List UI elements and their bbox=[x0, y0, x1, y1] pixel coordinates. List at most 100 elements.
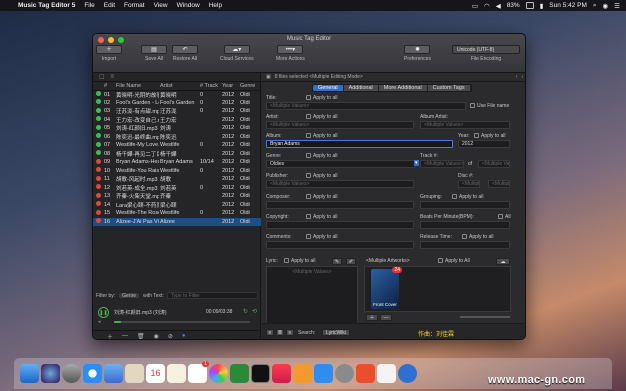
publisher-apply-checkbox[interactable]: Apply to all bbox=[306, 173, 337, 179]
artwork-thumbnail[interactable]: 24 Front Cover bbox=[371, 267, 402, 309]
copyright-apply-checkbox[interactable]: Apply to all bbox=[306, 214, 337, 220]
table-row[interactable]: 11 胡歌-风起时.mp3 胡歌 2012 Oldi bbox=[93, 175, 261, 184]
lyric-pen-icon[interactable]: ✐ bbox=[346, 258, 356, 265]
messages-icon[interactable] bbox=[230, 364, 249, 383]
align-center-icon[interactable]: ≣ bbox=[276, 329, 284, 336]
year-field[interactable]: 2012 bbox=[458, 140, 510, 148]
table-row[interactable]: 15 Westlife-The Rose. Westlife 0 2012 Oldi bbox=[93, 209, 261, 218]
album-apply-checkbox[interactable]: Apply to all bbox=[306, 133, 337, 139]
table-row[interactable]: 10 Westlife-You Raise. Westlife 0 2012 Oldi bbox=[93, 167, 261, 176]
genre-field[interactable]: Oldies bbox=[266, 160, 416, 168]
volume-low-icon[interactable]: ◂ bbox=[98, 319, 101, 325]
siri-icon[interactable]: ◉ bbox=[603, 2, 609, 10]
cloud-services-button[interactable]: ☁▾ Cloud Services bbox=[220, 45, 254, 62]
table-row[interactable]: 08 杨千嬅-再见二丁目 杨千嬅 2012 Oldi bbox=[93, 150, 261, 159]
more-actions-button[interactable]: •••▾ More Actions bbox=[276, 45, 305, 62]
nav-prev-icon[interactable]: ‹ bbox=[516, 74, 518, 80]
menu-file[interactable]: File bbox=[84, 2, 94, 9]
table-row[interactable]: 09 Bryan Adams-Hea. Bryan Adams 10/14 2012 Ol… bbox=[93, 158, 261, 167]
play-pause-button[interactable]: ❚❚ bbox=[98, 307, 109, 318]
stop-icon[interactable]: ◉ bbox=[154, 333, 159, 340]
calendar-icon[interactable]: 16 bbox=[146, 364, 165, 383]
bpm-field[interactable] bbox=[420, 221, 510, 229]
sort-icon[interactable]: ≡ bbox=[110, 74, 114, 80]
wifi-icon[interactable]: ◠ bbox=[484, 2, 490, 10]
refresh-icon[interactable]: ⊘ bbox=[168, 333, 173, 340]
flag-icon[interactable]: ▮ bbox=[540, 2, 544, 10]
file-encoding[interactable]: Unicode (UTF-8) File Encoding bbox=[452, 45, 520, 62]
publisher-field[interactable]: <Multiple Values> bbox=[266, 180, 414, 188]
table-row[interactable]: 01 黄晓明-光阴的故事. 黄晓明 0 2012 Oldi bbox=[93, 90, 261, 99]
artist-apply-checkbox[interactable]: Apply to all bbox=[306, 114, 337, 120]
tab-more-additional[interactable]: More Additional bbox=[378, 85, 428, 91]
filter-field-select[interactable]: Genre bbox=[118, 292, 141, 299]
table-row[interactable]: 04 王力宏-改变自己.mp王力宏 2012 Oldi bbox=[93, 116, 261, 125]
encoding-select[interactable]: Unicode (UTF-8) bbox=[452, 45, 520, 54]
repeat-icon[interactable]: ↻ bbox=[243, 308, 248, 315]
genre-apply-checkbox[interactable]: Apply to all bbox=[306, 153, 337, 159]
restore-all-button[interactable]: ↶ Restore All bbox=[172, 45, 198, 62]
battery-percent[interactable]: 83% bbox=[507, 2, 520, 9]
comments-field[interactable] bbox=[266, 241, 414, 249]
contacts-icon[interactable] bbox=[125, 364, 144, 383]
disc-total-field[interactable]: <Multiple Values> bbox=[488, 180, 510, 188]
composer-apply-checkbox[interactable]: Apply to all bbox=[306, 194, 337, 200]
remove-artwork-button[interactable]: — bbox=[380, 314, 392, 321]
table-row[interactable]: 05 刘涛-红颜旧.mp3 刘涛 2012 Oldi bbox=[93, 124, 261, 133]
cloud-artwork-icon[interactable]: ☁ bbox=[496, 258, 510, 265]
mail-icon[interactable] bbox=[104, 364, 123, 383]
clock[interactable]: Sun 5:42 PM bbox=[549, 2, 587, 9]
title-field[interactable]: <Multiple Values> bbox=[266, 102, 466, 110]
volume-icon[interactable]: ◀ bbox=[496, 2, 501, 10]
album-field[interactable]: Bryan Adams bbox=[266, 140, 453, 148]
table-row[interactable]: 16 Alizee-J'Ai Pas Vi. Alizee 2012 Oldi bbox=[93, 217, 261, 226]
col-number[interactable]: # bbox=[103, 82, 115, 91]
tab-custom-tags[interactable]: Custom Tags bbox=[427, 85, 471, 91]
release-time-field[interactable] bbox=[420, 241, 510, 249]
preferences-button[interactable]: ✹ Preferences bbox=[404, 45, 431, 62]
import-button[interactable]: ＋ Import bbox=[96, 45, 122, 62]
filter-input[interactable]: Type to Filter bbox=[166, 292, 258, 299]
year-apply-checkbox[interactable]: Apply to all bbox=[474, 133, 505, 139]
sublime-icon[interactable] bbox=[356, 364, 375, 383]
menu-edit[interactable]: Edit bbox=[104, 2, 115, 9]
align-left-icon[interactable]: ≡ bbox=[266, 329, 274, 336]
artwork-size-slider[interactable] bbox=[460, 316, 510, 318]
add-artwork-button[interactable]: ＋ bbox=[366, 314, 378, 321]
progress-bar[interactable] bbox=[114, 321, 250, 323]
composer-field[interactable] bbox=[266, 201, 414, 209]
track-total-field[interactable]: <Multiple Values> bbox=[478, 160, 510, 168]
loop-icon[interactable]: ⟲ bbox=[252, 308, 257, 315]
nav-next-icon[interactable]: › bbox=[521, 74, 523, 80]
add-file-icon[interactable]: ＋ bbox=[107, 332, 113, 340]
lyric-apply-checkbox[interactable]: Apply to all bbox=[284, 258, 315, 264]
books-icon[interactable] bbox=[293, 364, 312, 383]
track-field[interactable]: <Multiple Values> bbox=[420, 160, 464, 168]
grouping-field[interactable] bbox=[420, 201, 510, 209]
maps-icon[interactable] bbox=[398, 364, 417, 383]
delete-icon[interactable]: 🗑 bbox=[137, 333, 145, 340]
table-row[interactable]: 02 Fool's Garden - Le. Fool's Garden 0 2012 O… bbox=[93, 99, 261, 108]
table-row[interactable]: 07 Westlife-My Love.mWestlife 0 2012 Oldi bbox=[93, 141, 261, 150]
notes-icon[interactable] bbox=[167, 364, 186, 383]
align-right-icon[interactable]: ≡ bbox=[286, 329, 294, 336]
lyric-edit-icon[interactable]: ✎ bbox=[332, 258, 342, 265]
release-apply-checkbox[interactable]: Apply to all bbox=[462, 234, 493, 240]
typora-icon[interactable] bbox=[377, 364, 396, 383]
use-filename-checkbox[interactable]: Use File name bbox=[470, 103, 509, 109]
tab-general[interactable]: General bbox=[313, 85, 344, 91]
disc-field[interactable]: <Multiple Values> bbox=[458, 180, 480, 188]
table-row[interactable]: 13 齐秦-火柴天堂.mp3 齐秦 2012 Oldi bbox=[93, 192, 261, 201]
bpm-all-checkbox[interactable]: All bbox=[498, 214, 511, 220]
app-store-icon[interactable] bbox=[314, 364, 333, 383]
menu-help[interactable]: Help bbox=[209, 2, 222, 9]
terminal-icon[interactable] bbox=[251, 364, 270, 383]
table-row[interactable]: 12 刘若英-成全.mp3 刘若英 0 2012 Oldi bbox=[93, 184, 261, 193]
music-icon[interactable] bbox=[272, 364, 291, 383]
search-icon[interactable]: ⌕ bbox=[593, 2, 597, 10]
system-preferences-icon[interactable] bbox=[335, 364, 354, 383]
siri-icon[interactable] bbox=[41, 364, 60, 383]
menu-app[interactable]: Music Tag Editor 5 bbox=[18, 2, 75, 9]
col-year[interactable]: Year bbox=[221, 82, 239, 91]
grouping-apply-checkbox[interactable]: Apply to all bbox=[452, 194, 483, 200]
